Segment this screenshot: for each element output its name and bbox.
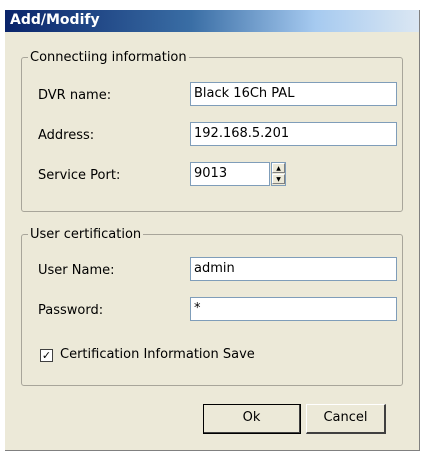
cancel-button[interactable]: Cancel: [306, 404, 386, 434]
dvr-name-label: DVR name:: [38, 88, 112, 103]
dvr-name-input[interactable]: Black 16Ch PAL: [190, 82, 397, 106]
connecting-information-legend: Connectiing information: [30, 50, 187, 65]
password-input[interactable]: *: [190, 297, 397, 321]
password-label: Password:: [38, 303, 104, 318]
add-modify-dialog: Add/Modify Connectiing information DVR n…: [5, 10, 420, 451]
service-port-input[interactable]: 9013: [190, 162, 270, 186]
user-name-input[interactable]: admin: [190, 257, 397, 281]
check-icon: ✓: [41, 349, 52, 362]
title-bar: Add/Modify: [5, 10, 419, 32]
down-arrow-icon[interactable]: ▼: [272, 174, 285, 184]
up-arrow-icon[interactable]: ▲: [272, 163, 285, 173]
certification-save-checkbox[interactable]: ✓: [40, 349, 53, 362]
ok-button[interactable]: Ok: [203, 404, 301, 434]
dialog-title: Add/Modify: [10, 12, 100, 28]
service-port-label: Service Port:: [38, 168, 121, 183]
user-certification-legend: User certification: [30, 227, 142, 242]
certification-save-label[interactable]: Certification Information Save: [60, 347, 255, 362]
service-port-spinner[interactable]: ▲ ▼: [271, 162, 286, 186]
user-name-label: User Name:: [38, 263, 115, 278]
address-input[interactable]: 192.168.5.201: [190, 122, 397, 146]
address-label: Address:: [38, 128, 95, 143]
